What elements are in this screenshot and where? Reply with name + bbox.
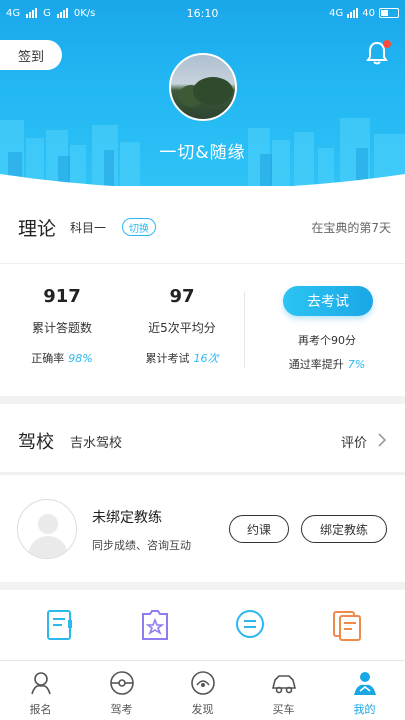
exam-target-note: 再考个90分	[298, 334, 356, 347]
tab-label: 买车	[272, 703, 295, 716]
questions-label: 累计答题数	[31, 321, 92, 335]
theory-header: 理论 科目一 切换 在宝典的第7天	[0, 186, 405, 264]
exam-count-label: 累计考试	[145, 352, 190, 365]
tab-mine[interactable]: 我的	[324, 661, 405, 720]
take-exam-button[interactable]: 去考试	[283, 286, 373, 316]
profile-header: 4G G 0K/s 16:10 4G 40 签到 一切&随缘	[0, 0, 405, 190]
tab-signup[interactable]: 报名	[0, 661, 81, 720]
pass-rate-value: 7%	[347, 358, 366, 371]
exam-count-value: 16次	[193, 352, 219, 365]
chevron-right-icon	[378, 433, 387, 447]
car-icon	[271, 675, 296, 694]
pass-rate-label: 通过率提升	[288, 358, 344, 371]
coach-avatar	[17, 499, 77, 559]
user-profile-icon	[353, 672, 376, 695]
notification-badge	[383, 40, 391, 48]
tab-exam[interactable]: 驾考	[81, 661, 162, 720]
stats-divider	[244, 292, 245, 368]
theory-title: 理论	[18, 218, 57, 240]
exam-count-row: 累计考试 16次	[136, 350, 228, 366]
theory-card: 理论 科目一 切换 在宝典的第7天 917 累计答题数 正确率 98% 97 近5…	[0, 186, 405, 396]
tab-buy-car[interactable]: 买车	[243, 661, 324, 720]
accuracy-value: 98%	[68, 352, 93, 365]
school-name: 吉水驾校	[70, 436, 123, 451]
checklist-icon[interactable]	[330, 608, 364, 642]
book-lesson-button[interactable]: 约课	[229, 515, 289, 543]
bottom-tab-bar: 报名 驾考 发现 买车 我的	[0, 660, 405, 720]
average-label: 近5次平均分	[148, 321, 216, 335]
questions-stat[interactable]: 917 累计答题数 正确率 98%	[20, 286, 104, 366]
switch-subject-button[interactable]: 切换	[122, 218, 156, 236]
tab-discover[interactable]: 发现	[162, 661, 243, 720]
days-in-app: 在宝典的第7天	[311, 221, 391, 235]
questions-count: 917	[43, 286, 81, 307]
chat-icon[interactable]	[233, 608, 267, 642]
coach-row: 未绑定教练 同步成绩、咨询互动 约课 绑定教练	[0, 474, 405, 582]
evaluate-link[interactable]: 评价	[341, 432, 367, 451]
school-title: 驾校	[18, 432, 54, 453]
tab-label: 驾考	[110, 703, 133, 716]
tab-label: 报名	[29, 703, 52, 716]
signup-icon	[30, 672, 51, 695]
star-collection-icon[interactable]	[138, 608, 172, 642]
battery-icon	[379, 8, 399, 18]
steering-wheel-icon	[109, 671, 134, 695]
coach-name: 未绑定教练	[92, 510, 162, 526]
accuracy-label: 正确率	[31, 352, 65, 365]
compass-icon	[190, 671, 215, 695]
accuracy-row: 正确率 98%	[20, 350, 104, 366]
driving-school-row[interactable]: 驾校 吉水驾校 评价	[0, 404, 405, 472]
notification-bell-icon[interactable]	[365, 40, 391, 66]
clock: 16:10	[186, 6, 219, 20]
user-avatar[interactable]	[169, 53, 237, 121]
pass-rate-note: 通过率提升 7%	[262, 356, 392, 372]
bind-coach-button[interactable]: 绑定教练	[301, 515, 387, 543]
subject-label: 科目一	[70, 221, 107, 235]
notebook-icon[interactable]	[42, 608, 76, 642]
feature-grid	[0, 590, 405, 660]
average-score: 97	[169, 286, 195, 307]
checkin-button[interactable]: 签到	[0, 40, 62, 70]
tab-label: 我的	[353, 703, 376, 716]
average-score-stat[interactable]: 97 近5次平均分 累计考试 16次	[136, 286, 228, 366]
status-bar: 4G G 0K/s 16:10 4G 40	[0, 0, 405, 26]
coach-description: 同步成绩、咨询互动	[92, 539, 191, 552]
tab-label: 发现	[191, 703, 214, 716]
